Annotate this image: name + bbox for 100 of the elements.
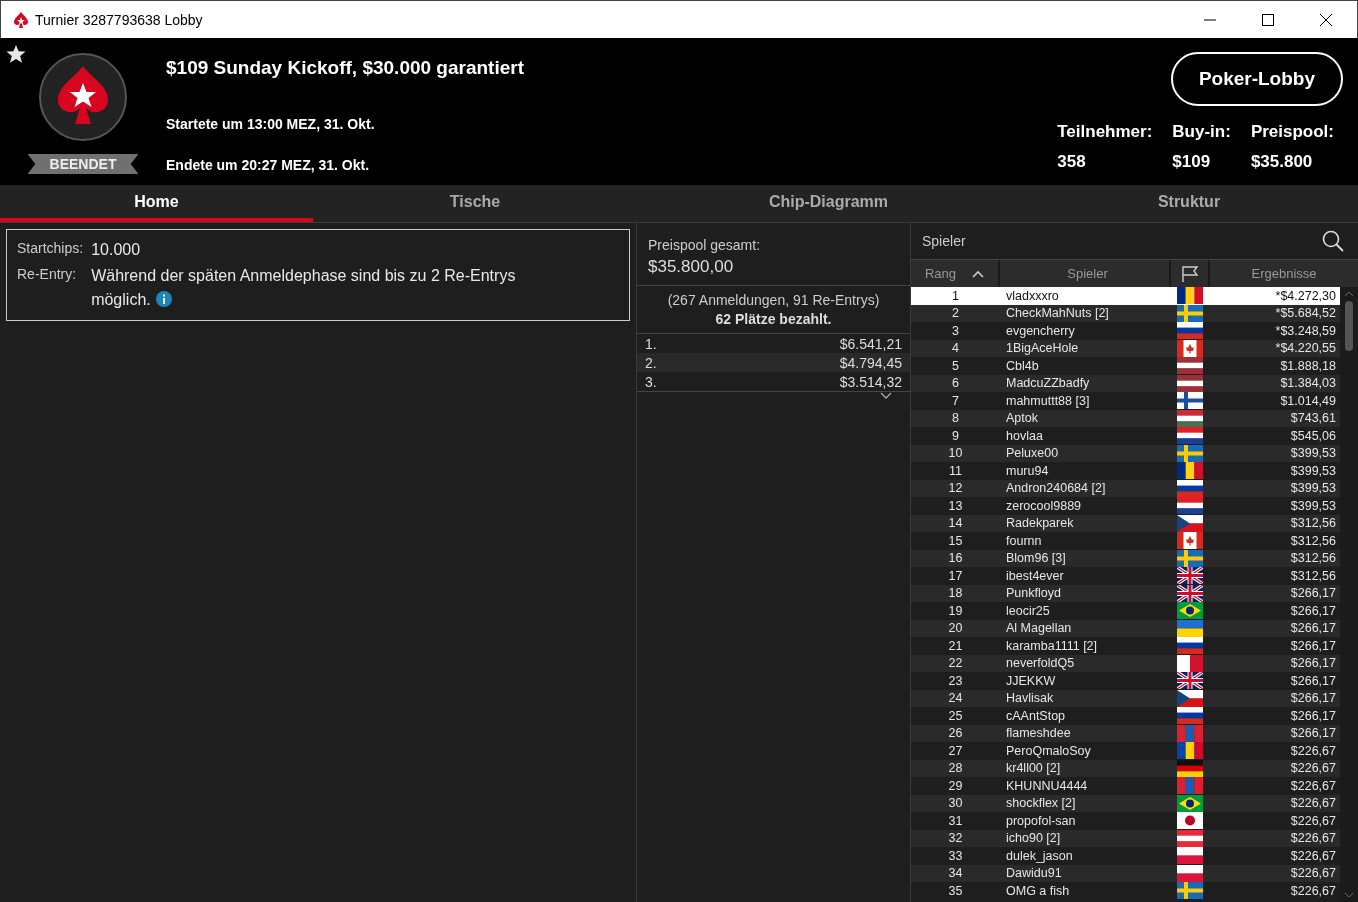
player-name-cell-text: muru94 [1005, 463, 1050, 478]
flag-icon [1176, 619, 1203, 637]
status-ribbon: BEENDET [27, 154, 139, 174]
flag-icon [1176, 427, 1203, 445]
result-cell-text: *$3.248,59 [1274, 323, 1337, 338]
info-label: Startchips: [17, 239, 84, 258]
player-name-cell-text: Aptok [1005, 411, 1039, 426]
flag-icon [1176, 864, 1203, 882]
player-name-cell-text: evgencherry [1005, 323, 1076, 338]
flag-icon [1176, 689, 1203, 707]
column-header[interactable]: Ergebnisse [1210, 260, 1358, 287]
search-icon[interactable] [1322, 230, 1344, 252]
scroll-down-icon[interactable] [1344, 892, 1354, 898]
rank-cell-text: 12 [947, 481, 964, 496]
payout-place: 3. [645, 374, 657, 390]
window-title: Turnier 3287793638 Lobby [35, 11, 203, 28]
result-cell-text: $399,53 [1289, 481, 1337, 496]
player-name-cell-text: flameshdee [1005, 726, 1072, 741]
result-cell-text: $266,17 [1289, 603, 1337, 618]
player-name-cell-text: Dawidu91 [1005, 866, 1063, 881]
flag-icon [1176, 672, 1203, 690]
flag-icon [1176, 567, 1203, 585]
rank-cell-text: 16 [947, 551, 964, 566]
rank-cell-text: 21 [947, 638, 964, 653]
tab[interactable]: Chip-Diagramm [637, 185, 1020, 222]
stat-label: Preispool: [1250, 122, 1334, 142]
result-cell-text: $1.014,49 [1279, 393, 1337, 408]
result-cell-text: $399,53 [1289, 463, 1337, 478]
tab[interactable]: Home [0, 185, 313, 222]
player-name-cell-text: Cbl4b [1005, 358, 1040, 373]
player-name-cell-text: Andron240684 [2] [1005, 481, 1107, 496]
players-title: Spieler [922, 233, 966, 249]
tournament-title: $109 Sunday Kickoff, $30.000 garantiert [166, 57, 525, 79]
rank-cell-text: 7 [951, 393, 960, 408]
result-cell-text: $226,67 [1289, 883, 1337, 898]
player-row[interactable]: 1 vladxxxro *$4.272,30 [911, 287, 1340, 305]
flag-icon [1176, 392, 1203, 410]
result-cell-text: $312,56 [1289, 516, 1337, 531]
player-name-cell-text: Punkfloyd [1005, 586, 1062, 601]
player-name-cell-text: cAAntStop [1005, 708, 1067, 723]
rank-cell-text: 10 [947, 446, 964, 461]
player-name-cell-text: vladxxxro [1005, 288, 1060, 303]
sort-up-icon[interactable] [972, 269, 985, 278]
result-cell-text: $226,67 [1289, 831, 1337, 846]
spade-logo-icon [38, 52, 128, 142]
result-cell-text: $1.384,03 [1279, 376, 1337, 391]
scroll-up-icon[interactable] [1344, 291, 1354, 297]
flag-icon [1176, 654, 1203, 672]
rank-cell-text: 6 [951, 376, 960, 391]
rank-cell-text: 26 [947, 726, 964, 741]
result-cell-text: $312,56 [1289, 568, 1337, 583]
flag-icon [1176, 497, 1203, 515]
player-name-cell-text: Havlisak [1005, 691, 1055, 706]
result-cell-text: $266,17 [1289, 656, 1337, 671]
result-cell-text: *$4.220,55 [1274, 341, 1337, 356]
flag-icon [1176, 777, 1203, 795]
player-name-cell-text: MadcuZZbadfy [1005, 376, 1091, 391]
result-cell-text: *$4.272,30 [1274, 288, 1337, 303]
rank-cell-text: 17 [947, 568, 964, 583]
player-name-cell-text: Al Magellan [1005, 621, 1073, 636]
start-time: Startete um 13:00 MEZ, 31. Okt. [166, 116, 376, 132]
player-name-cell-text: Peluxe00 [1005, 446, 1060, 461]
payout-amount: $4.794,45 [839, 355, 902, 371]
rank-cell-text: 9 [951, 428, 960, 443]
info-value: 10.000 [91, 240, 142, 260]
maximize-icon[interactable] [1262, 13, 1274, 26]
result-cell-text: $226,67 [1289, 761, 1337, 776]
stat-label: Teilnehmer: [1057, 122, 1153, 142]
rank-cell-text: 35 [947, 883, 964, 898]
payout-place: 1. [645, 336, 657, 352]
rank-cell-text: 28 [947, 761, 964, 776]
rank-cell-text: 19 [947, 603, 964, 618]
flag-icon [1176, 829, 1203, 847]
end-time: Endete um 20:27 MEZ, 31. Okt. [166, 157, 371, 173]
entries-text: (267 Anmeldungen, 91 Re-Entrys) [667, 292, 880, 308]
scroll-thumb[interactable] [1345, 301, 1353, 351]
result-cell-text: $1.888,18 [1279, 358, 1337, 373]
player-name-cell-text: neverfoldQ5 [1005, 656, 1076, 671]
result-cell-text: $743,61 [1289, 411, 1337, 426]
flag-icon [1176, 759, 1203, 777]
rank-cell-text: 3 [951, 323, 960, 338]
rank-cell-text: 2 [951, 306, 960, 321]
tab[interactable]: Tische [313, 185, 637, 222]
stat-value: $35.800 [1250, 152, 1314, 172]
star-icon[interactable] [6, 44, 26, 64]
player-name-cell-text: fournn [1005, 533, 1043, 548]
stat-value: 358 [1057, 152, 1087, 172]
tab[interactable]: Struktur [1020, 185, 1358, 222]
result-cell-text: *$5.684,52 [1274, 306, 1337, 321]
chevron-down-icon[interactable] [880, 392, 892, 399]
result-cell-text: $226,67 [1289, 866, 1337, 881]
close-icon[interactable] [1320, 13, 1332, 26]
flag-icon [1176, 707, 1203, 725]
poker-lobby-button[interactable]: Poker-Lobby [1170, 52, 1343, 106]
info-icon[interactable] [155, 291, 172, 307]
result-cell-text: $312,56 [1289, 551, 1337, 566]
result-cell-text: $312,56 [1289, 533, 1337, 548]
result-cell-text: $266,17 [1289, 708, 1337, 723]
flag-icon [1176, 462, 1203, 480]
player-name-cell-text: dulek_jason [1005, 848, 1074, 863]
